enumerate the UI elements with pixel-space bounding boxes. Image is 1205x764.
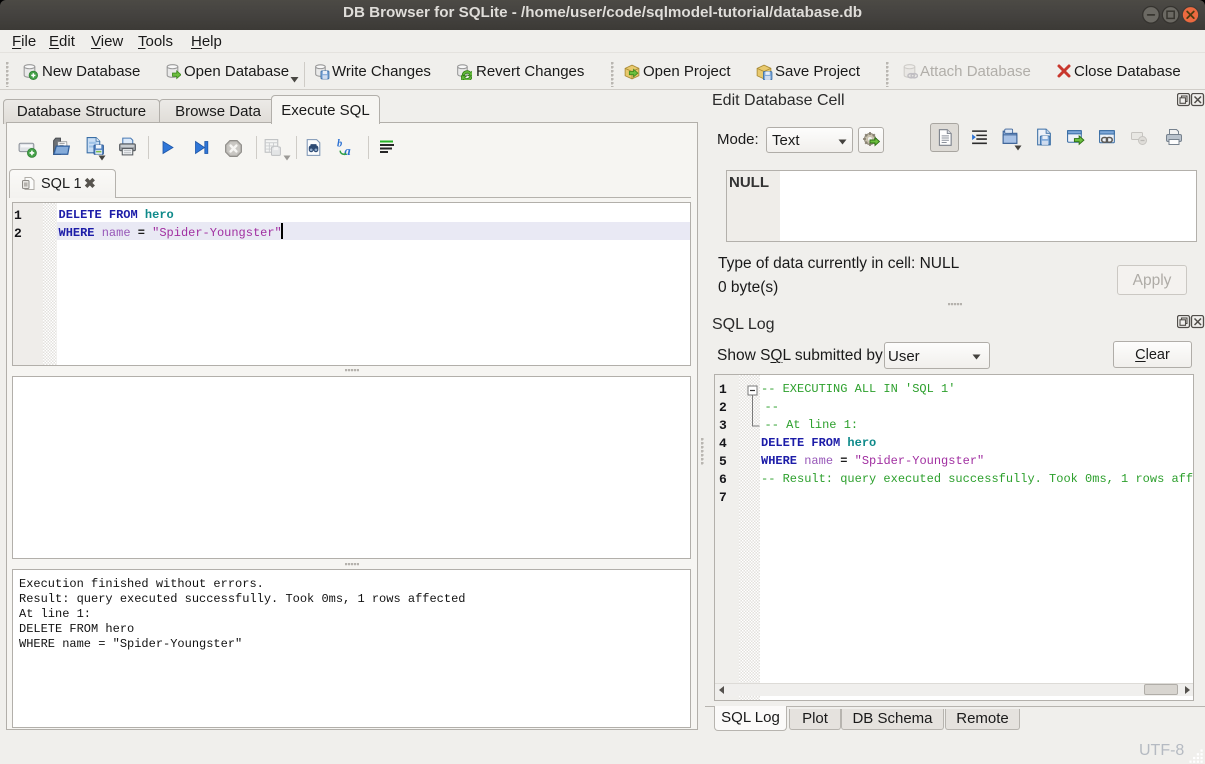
svg-text:a: a: [344, 144, 350, 158]
svg-text:b: b: [337, 138, 342, 149]
